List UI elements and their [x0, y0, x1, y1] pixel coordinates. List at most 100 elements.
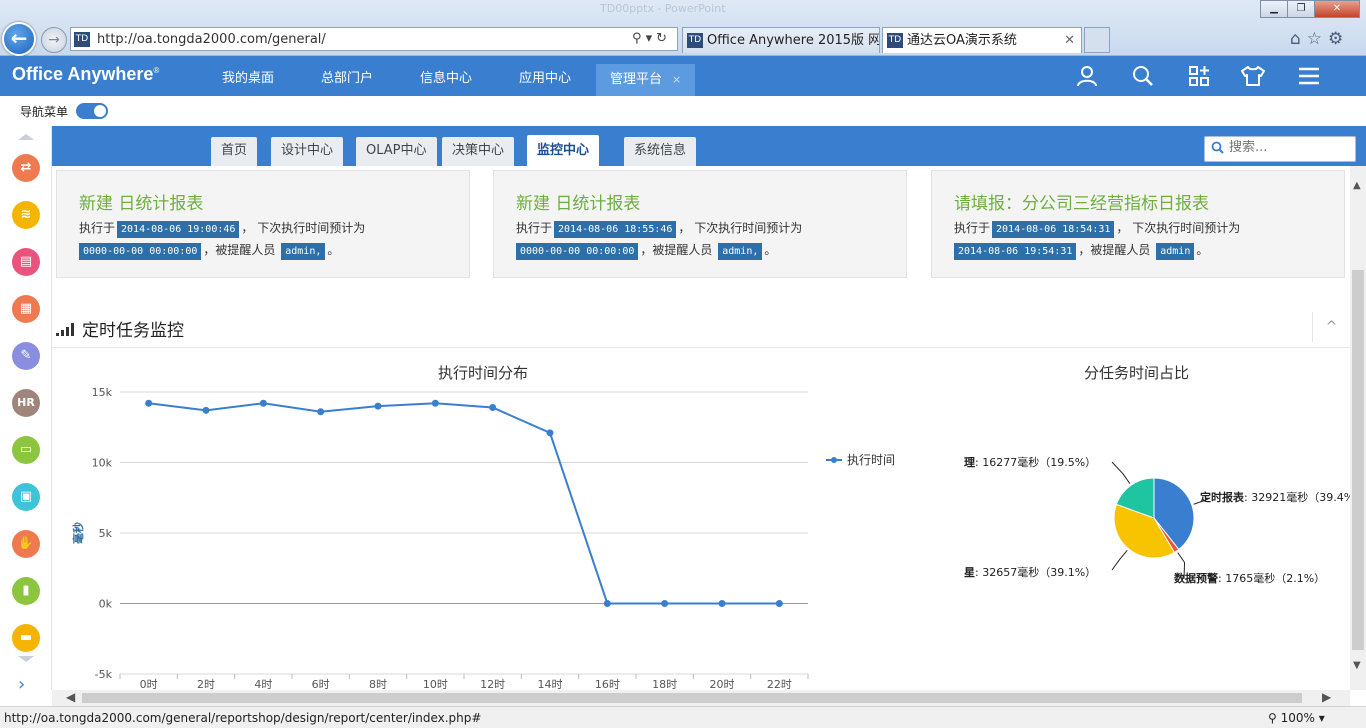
skin-icon[interactable] — [1238, 62, 1268, 90]
search-icon[interactable] — [1128, 62, 1158, 90]
hr-icon[interactable]: HR — [12, 389, 40, 417]
x-tick-label: 2时 — [197, 678, 215, 690]
nav-admin-platform[interactable]: 管理平台 × — [596, 64, 696, 96]
search-input[interactable] — [1229, 140, 1349, 155]
data-point[interactable] — [145, 399, 153, 407]
workflow-icon[interactable]: ⇄ — [12, 154, 40, 182]
task-card-title[interactable]: 请填报：分公司三经营指标日报表 — [954, 189, 1209, 214]
sidebar-scroll-down-icon[interactable] — [18, 656, 34, 662]
tab-monitor-center[interactable]: 监控中心 — [527, 135, 600, 166]
nav-portal[interactable]: 总部门户 — [321, 56, 373, 96]
tab-decision-center[interactable]: 决策中心 — [442, 137, 515, 166]
series-line — [148, 402, 780, 605]
layers-icon[interactable]: ≋ — [12, 201, 40, 229]
forward-icon[interactable]: → — [41, 27, 67, 53]
briefcase-icon[interactable]: ▭ — [12, 436, 40, 464]
bus-icon[interactable]: ▬ — [12, 624, 40, 652]
next-time-badge: 0000-00-00 00:00:00 — [79, 243, 202, 260]
x-tick-label: 22时 — [767, 678, 792, 690]
browser-tab[interactable]: TD Office Anywhere 2015版 网... — [682, 27, 880, 53]
data-point[interactable] — [775, 600, 783, 607]
data-point[interactable] — [603, 600, 611, 607]
book-icon[interactable]: ▤ — [12, 248, 40, 276]
pie-label: 定时报表: 32921毫秒（39.4%） — [1200, 490, 1350, 504]
pie-label-sep: : — [1244, 491, 1251, 504]
user-badge: admin, — [281, 243, 326, 260]
vertical-scroll-thumb[interactable] — [1352, 270, 1364, 650]
data-point[interactable] — [718, 600, 726, 607]
search-box[interactable] — [1204, 136, 1356, 162]
user-badge: admin, — [718, 243, 763, 260]
minimize-icon[interactable]: ▁ — [1260, 0, 1288, 18]
tab-olap-center[interactable]: OLAP中心 — [356, 137, 437, 166]
x-tick-label: 10时 — [423, 678, 448, 690]
tab-system-info[interactable]: 系统信息 — [624, 137, 697, 166]
y-tick-label: -5k — [95, 668, 113, 681]
left-sidebar: ⇄ ≋ ▤ ▦ ✎ HR ▭ ▣ ✋ ▮ ▬ › — [0, 126, 52, 695]
tab-design-center[interactable]: 设计中心 — [271, 137, 344, 166]
nav-close-icon[interactable]: × — [672, 73, 681, 86]
data-point[interactable] — [661, 600, 669, 607]
address-url[interactable]: http://oa.tongda2000.com/general/ — [97, 32, 326, 47]
zoom-level[interactable]: ⚲ 100% ▾ — [1268, 711, 1325, 725]
task-exec-line: 执行于 2014-08-06 18:54:31， 下次执行时间预计为 — [954, 219, 1240, 238]
collapse-chevron-icon[interactable]: ^ — [1312, 312, 1350, 342]
nav-app-center[interactable]: 应用中心 — [519, 56, 571, 96]
data-point[interactable] — [374, 402, 382, 410]
data-point[interactable] — [259, 399, 267, 407]
data-point[interactable] — [202, 406, 210, 414]
home-icon[interactable]: ⌂ — [1290, 29, 1307, 49]
task-card-title[interactable]: 新建 日统计报表 — [79, 189, 203, 214]
legend-label[interactable]: 执行时间 — [847, 453, 895, 467]
back-icon[interactable]: ← — [2, 22, 36, 56]
task-card: 新建 日统计报表 执行于 2014-08-06 18:55:46， 下次执行时间预计… — [493, 170, 907, 278]
scroll-down-icon[interactable]: ▼ — [1353, 660, 1361, 671]
scroll-up-icon[interactable]: ▲ — [1353, 180, 1361, 191]
edit-icon[interactable]: ✎ — [12, 342, 40, 370]
tab-label: Office Anywhere 2015版 网... — [707, 33, 880, 48]
vertical-scrollbar[interactable]: ▲ ▼ — [1350, 166, 1366, 690]
sidebar-expand-icon[interactable]: › — [18, 674, 25, 695]
window-controls: ▁ ❐ ✕ — [1260, 0, 1360, 18]
apps-icon[interactable] — [1184, 62, 1214, 90]
task-next-line: 2014-08-06 19:54:31 ，被提醒人员 admin。 — [954, 241, 1208, 260]
settings-gear-icon[interactable]: ⚙ — [1328, 29, 1349, 49]
tab-close-icon[interactable]: ✕ — [1064, 28, 1075, 53]
favorites-star-icon[interactable]: ☆ — [1307, 29, 1328, 49]
horizontal-scrollbar[interactable]: ◀ ▶ — [52, 690, 1350, 706]
scroll-right-icon[interactable]: ▶ — [1322, 690, 1331, 704]
main-content: 新建 日统计报表 执行于 2014-08-06 19:00:46， 下次执行时间预计… — [52, 166, 1350, 690]
chart-icon[interactable]: ▮ — [12, 577, 40, 605]
close-icon[interactable]: ✕ — [1314, 0, 1360, 18]
nav-label: 管理平台 — [610, 72, 663, 87]
address-tools-icon[interactable]: ⚲▾↻ — [632, 31, 671, 46]
y-tick-label: 15k — [92, 386, 113, 399]
sidebar-scroll-up-icon[interactable] — [18, 134, 34, 140]
data-point[interactable] — [317, 408, 325, 416]
browser-tab-active[interactable]: TD 通达云OA演示系统 ✕ — [882, 27, 1082, 53]
app-header: Office Anywhere® 我的桌面 总部门户 信息中心 应用中心 管理平… — [0, 56, 1366, 96]
nav-my-desktop[interactable]: 我的桌面 — [222, 56, 274, 96]
building-icon[interactable]: ▦ — [12, 295, 40, 323]
handshake-icon[interactable]: ✋ — [12, 530, 40, 558]
signal-bars-icon — [56, 323, 74, 336]
data-point[interactable] — [431, 399, 439, 407]
maximize-icon[interactable]: ❐ — [1287, 0, 1315, 18]
app-logo[interactable]: Office Anywhere® — [12, 64, 159, 85]
data-point[interactable] — [546, 429, 554, 437]
horizontal-scroll-thumb[interactable] — [82, 693, 1302, 703]
menu-icon[interactable] — [1294, 62, 1324, 90]
data-point[interactable] — [489, 404, 497, 412]
user-icon[interactable] — [1072, 62, 1102, 90]
address-bar[interactable]: TD http://oa.tongda2000.com/general/ ⚲▾↻ — [70, 27, 678, 51]
task-card-title[interactable]: 新建 日统计报表 — [516, 189, 640, 214]
new-tab-button[interactable] — [1084, 27, 1110, 53]
y-tick-label: 0k — [99, 598, 113, 611]
nav-toggle-switch[interactable] — [76, 103, 108, 119]
nav-info-center[interactable]: 信息中心 — [420, 56, 472, 96]
scroll-left-icon[interactable]: ◀ — [66, 690, 75, 704]
tab-home[interactable]: 首页 — [211, 137, 258, 166]
x-tick-label: 16时 — [595, 678, 620, 690]
sub-tab-bar: 首页 设计中心 OLAP中心 决策中心 监控中心 系统信息 — [52, 126, 1366, 166]
inbox-icon[interactable]: ▣ — [12, 483, 40, 511]
